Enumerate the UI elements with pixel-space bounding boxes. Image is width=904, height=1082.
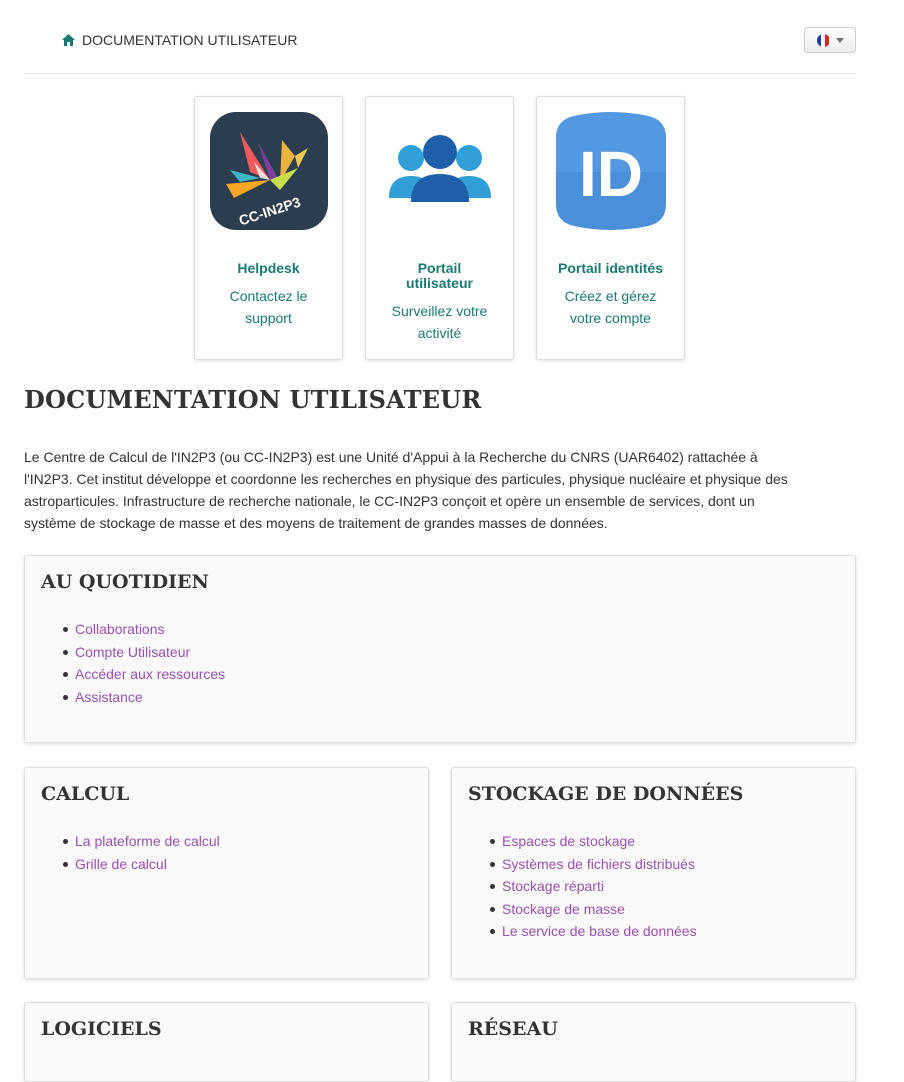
section-stockage-de-donnees: STOCKAGE DE DONNÉES Espaces de stockage … — [451, 767, 856, 979]
card-description-line: Surveillez votre — [391, 303, 488, 319]
card-title: Portail identités — [557, 260, 664, 276]
card-portail-identites[interactable]: ID Portail identités Créez et gérez votr… — [536, 96, 685, 360]
section-link-list: Espaces de stockage Systèmes de fichiers… — [490, 830, 697, 943]
section-reseau: RÉSEAU — [451, 1002, 856, 1082]
card-title: Helpdesk — [237, 260, 300, 276]
section-title: AU QUOTIDIEN — [41, 571, 209, 593]
chevron-down-icon — [835, 37, 844, 43]
top-bar: DOCUMENTATION UTILISATEUR — [24, 0, 856, 74]
card-description: Contactez le support — [199, 285, 338, 329]
section-title: LOGICIELS — [41, 1018, 162, 1040]
card-description-line: support — [245, 310, 292, 326]
intro-line: astroparticules. Infrastructure de reche… — [24, 493, 755, 509]
section-au-quotidien: AU QUOTIDIEN Collaborations Compte Utili… — [24, 555, 856, 743]
card-title-line: utilisateur — [406, 275, 473, 291]
id-logo-icon: ID — [556, 112, 666, 230]
cc-in2p3-logo-icon: CC-IN2P3 — [210, 112, 328, 230]
section-link-list: Collaborations Compte Utilisateur Accéde… — [62, 618, 225, 709]
home-label: DOCUMENTATION UTILISATEUR — [82, 32, 298, 48]
section-link[interactable]: Assistance — [62, 686, 225, 709]
section-link[interactable]: Stockage de masse — [490, 898, 697, 921]
page-title: DOCUMENTATION UTILISATEUR — [24, 385, 482, 414]
intro-paragraph: Le Centre de Calcul de l'IN2P3 (ou CC-IN… — [24, 446, 856, 534]
users-group-icon — [381, 112, 499, 230]
card-description-line: votre compte — [570, 310, 651, 326]
section-link-list: La plateforme de calcul Grille de calcul — [63, 830, 220, 876]
section-link[interactable]: Compte Utilisateur — [62, 641, 225, 664]
section-link[interactable]: Systèmes de fichiers distribués — [490, 853, 697, 876]
card-description-line: Contactez le — [229, 288, 308, 304]
section-title: RÉSEAU — [468, 1018, 558, 1040]
section-title: STOCKAGE DE DONNÉES — [468, 783, 744, 805]
card-portail-utilisateur[interactable]: Portail utilisateur Surveillez votre act… — [365, 96, 514, 360]
section-link[interactable]: Le service de base de données — [490, 920, 697, 943]
language-selector[interactable] — [804, 27, 856, 53]
card-title: Portail utilisateur — [370, 261, 509, 291]
card-helpdesk[interactable]: CC-IN2P3 Helpdesk Contactez le support — [194, 96, 343, 360]
card-description-line: activité — [417, 325, 462, 341]
home-link[interactable]: DOCUMENTATION UTILISATEUR — [62, 32, 297, 48]
section-link[interactable]: Collaborations — [62, 618, 225, 641]
intro-line: Le Centre de Calcul de l'IN2P3 (ou CC-IN… — [24, 449, 758, 465]
section-calcul: CALCUL La plateforme de calcul Grille de… — [24, 767, 429, 979]
section-title: CALCUL — [41, 783, 130, 805]
section-link[interactable]: La plateforme de calcul — [63, 830, 220, 853]
section-link[interactable]: Grille de calcul — [63, 853, 220, 876]
intro-line: l'IN2P3. Cet institut développe et coord… — [24, 471, 788, 487]
home-icon — [62, 34, 75, 46]
section-link[interactable]: Stockage réparti — [490, 875, 697, 898]
card-description: Créez et gérez votre compte — [541, 285, 680, 329]
card-description-line: Créez et gérez — [564, 288, 657, 304]
card-logo-text: ID — [579, 138, 643, 210]
intro-line: système de stockage de masse et des moye… — [24, 515, 608, 531]
section-link[interactable]: Accéder aux ressources — [62, 663, 225, 686]
card-title-line: Portail — [417, 260, 462, 276]
card-description: Surveillez votre activité — [370, 300, 509, 344]
section-logiciels: LOGICIELS — [24, 1002, 429, 1082]
french-flag-icon — [816, 33, 830, 47]
page: DOCUMENTATION UTILISATEUR CC-IN2P3 Helpd… — [0, 0, 904, 1082]
section-link[interactable]: Espaces de stockage — [490, 830, 697, 853]
